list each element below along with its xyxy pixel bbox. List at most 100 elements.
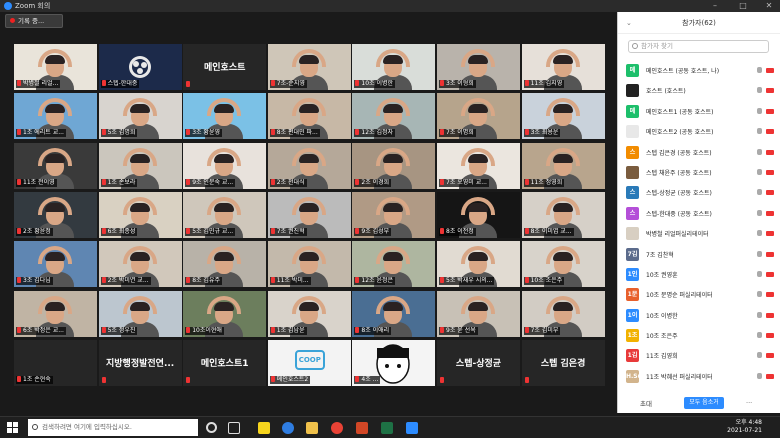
video-tile[interactable]: 9조 인문숙 교... (183, 142, 267, 189)
chrome-icon[interactable] (331, 422, 343, 434)
video-tile[interactable]: 8조 편대민 파... (267, 93, 351, 140)
participant-row[interactable]: 메 메인호스트 (공동 호스트, 나) (626, 60, 776, 80)
microphone-icon[interactable] (757, 250, 762, 257)
video-tile[interactable]: 12조 김정자 (352, 93, 436, 140)
video-tile[interactable]: 6조 박정은 교... (14, 290, 97, 337)
video-tile[interactable]: 1조 김남윤 (267, 290, 351, 337)
video-tile[interactable]: 5조 정우진 (98, 290, 182, 337)
system-clock[interactable]: 오후 4:48 2021-07-21 (727, 419, 762, 435)
microphone-icon[interactable] (757, 128, 762, 135)
video-tile[interactable]: 7조 이명희 (437, 93, 520, 140)
video-tile[interactable]: 6조 최종성 (98, 191, 182, 238)
task-view-icon[interactable] (228, 422, 240, 434)
video-off-icon[interactable] (766, 88, 774, 94)
microphone-icon[interactable] (757, 168, 762, 175)
video-off-icon[interactable] (766, 271, 774, 277)
video-tile[interactable]: 박병철 리얼... (14, 44, 97, 90)
participant-row[interactable]: 1문 10조 문명순 퍼실리테이터 (626, 284, 776, 304)
chevron-down-icon[interactable]: ⌄ (626, 12, 632, 34)
participant-row[interactable]: H.Sun 11조 박혜선 퍼실리테이터 (626, 366, 776, 386)
video-tile[interactable]: 5조 박재우 시의... (437, 241, 520, 288)
microphone-icon[interactable] (757, 291, 762, 298)
video-tile[interactable]: COOP 메인호스트2 (267, 339, 351, 386)
video-off-icon[interactable] (766, 210, 774, 216)
windows-start-icon[interactable] (7, 422, 18, 433)
video-off-icon[interactable] (766, 251, 774, 257)
video-tile[interactable]: 9조 김성부 (352, 191, 436, 238)
mute-all-button[interactable]: 모두 음소거 (684, 397, 724, 409)
participant-row[interactable]: 7김 7조 김찬혁 (626, 244, 776, 264)
more-button[interactable]: ... (746, 397, 752, 405)
video-tile[interactable]: 10조이현애 (183, 290, 267, 337)
participant-row[interactable]: 박병철 리얼퍼실리테이터 (626, 223, 776, 243)
video-tile[interactable]: 10조 이병한 (352, 44, 436, 90)
video-tile[interactable]: 메인호스트1 (183, 339, 267, 386)
participant-row[interactable]: 1이 10조 이병한 (626, 305, 776, 325)
video-off-icon[interactable] (766, 129, 774, 135)
maximize-button[interactable]: □ (734, 0, 752, 12)
microphone-icon[interactable] (757, 332, 762, 339)
video-off-icon[interactable] (766, 312, 774, 318)
video-tile[interactable]: 1조 손보라 (98, 142, 182, 189)
participant-row[interactable]: 스 스텝-한대중 (공동 호스트) (626, 203, 776, 223)
video-tile[interactable]: 스텝 김은경 (521, 339, 605, 386)
participant-row[interactable]: 호스트 (호스트) (626, 80, 776, 100)
microphone-icon[interactable] (757, 87, 762, 94)
participant-row[interactable]: 1김 11조 김영희 (626, 345, 776, 365)
microphone-icon[interactable] (757, 148, 762, 155)
video-off-icon[interactable] (766, 373, 774, 379)
video-tile[interactable]: 7조-순지영 (267, 44, 351, 90)
video-tile[interactable]: 1조 손현숙 (14, 339, 97, 386)
video-off-icon[interactable] (766, 108, 774, 114)
taskbar-search-input[interactable]: 검색하려면 여기에 입력하십시오. (28, 419, 198, 436)
participant-row[interactable]: 스 스텝 김은경 (공동 호스트) (626, 142, 776, 162)
participant-row[interactable]: 스 스텝-상정균 (공동 호스트) (626, 182, 776, 202)
microphone-icon[interactable] (757, 270, 762, 277)
video-tile[interactable]: 7조 권진혁 (267, 191, 351, 238)
video-tile[interactable]: 9조 윤 선옥 (437, 290, 520, 337)
video-tile[interactable]: 3조 황윤영 (183, 93, 267, 140)
video-off-icon[interactable] (766, 353, 774, 359)
video-tile[interactable]: 3조 김다님 (14, 241, 97, 288)
video-tile[interactable]: 7조 김미부 (521, 290, 605, 337)
minimize-button[interactable]: – (706, 0, 724, 12)
video-tile[interactable]: 10조 조은주 (521, 241, 605, 288)
microphone-icon[interactable] (757, 230, 762, 237)
video-tile[interactable]: 2조 박미연 교... (98, 241, 182, 288)
video-tile[interactable]: 지방행정발전연... (98, 339, 182, 386)
video-tile[interactable]: 8조 이전정 (437, 191, 520, 238)
microphone-icon[interactable] (757, 67, 762, 73)
video-tile[interactable]: 2조 이경희 (352, 142, 436, 189)
video-tile[interactable]: 12조 윤정은 (352, 241, 436, 288)
video-off-icon[interactable] (766, 68, 774, 73)
video-tile[interactable]: 스텝-한대중 (98, 44, 182, 90)
video-off-icon[interactable] (766, 149, 774, 155)
microphone-icon[interactable] (757, 107, 762, 114)
video-tile[interactable]: 8조 김유주 (183, 241, 267, 288)
video-tile[interactable]: 5조 김민규 교... (183, 191, 267, 238)
video-off-icon[interactable] (766, 333, 774, 339)
cortana-icon[interactable] (206, 422, 217, 433)
powerpoint-icon[interactable] (356, 422, 368, 434)
video-off-icon[interactable] (766, 292, 774, 298)
microphone-icon[interactable] (757, 352, 762, 359)
video-tile[interactable]: 11조 김지영 (521, 44, 605, 90)
participant-row[interactable]: 1인 10조 권영훈 (626, 264, 776, 284)
participant-row[interactable]: 1조 10조 조은주 (626, 325, 776, 345)
recording-indicator[interactable]: 기록 중... (5, 14, 63, 28)
video-tile[interactable]: 5조 김명희 (98, 93, 182, 140)
video-tile[interactable]: 2조 황윤정 (14, 191, 97, 238)
video-tile[interactable]: 메인호스트 (183, 44, 267, 90)
edge-icon[interactable] (282, 422, 294, 434)
excel-icon[interactable] (381, 422, 393, 434)
participant-row[interactable]: 메 메인호스트1 (공동 호스트) (626, 101, 776, 121)
participant-row[interactable]: 메인호스트2 (공동 호스트) (626, 121, 776, 141)
file-explorer-icon[interactable] (306, 422, 318, 434)
participant-search-input[interactable]: 참가자 찾기 (628, 40, 769, 53)
video-tile[interactable]: 스텝-상정균 (437, 339, 520, 386)
kakaotalk-icon[interactable] (258, 422, 270, 434)
invite-button[interactable]: 초대 (640, 398, 652, 408)
participant-row[interactable]: 스텝 채윤주 (공동 호스트) (626, 162, 776, 182)
video-off-icon[interactable] (766, 190, 774, 196)
video-tile[interactable]: 2조 천대식 (267, 142, 351, 189)
